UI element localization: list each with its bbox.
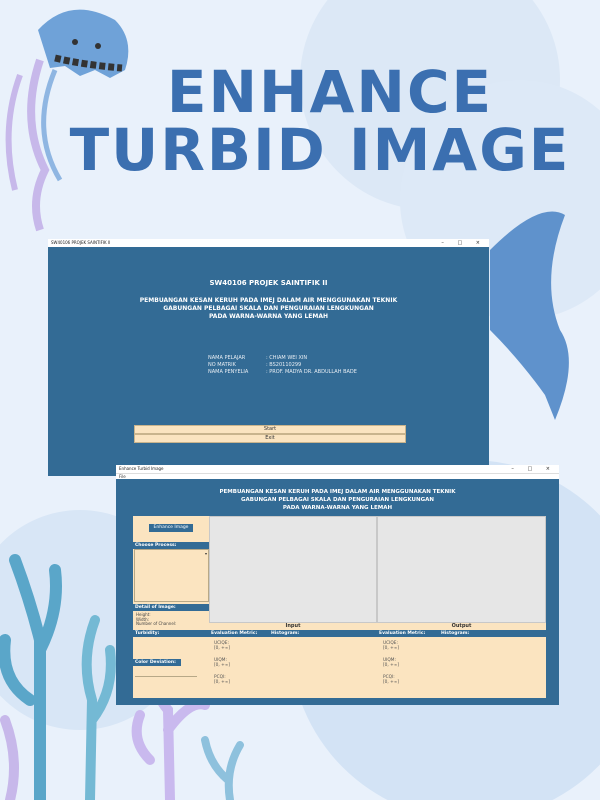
info-value: : BS20110299 [266,362,302,368]
window-title: SW40106 PROJEK SAINTIFIK II [51,240,111,245]
start-window: SW40106 PROJEK SAINTIFIK II – □ × SW4010… [48,239,489,476]
enhance-window: Enhance Turbid Image – □ × File PEMBUANG… [116,465,559,705]
input-histogram-header: Histogram: [269,630,377,637]
info-key: NAMA PENYELIA [208,369,249,375]
color-deviation-value [135,676,197,683]
info-value: : PROF. MADYA DR. ABDULLAH BADE [266,369,357,375]
info-key: NAMA PELAJAR [208,355,246,361]
menu-bar: File [116,473,559,479]
turbidity-label: Turbidity: [133,630,209,637]
window-titlebar: Enhance Turbid Image – □ × [116,465,559,473]
output-image-area [377,516,546,623]
menu-file[interactable]: File [119,474,126,479]
metric-range: [0, +∞] [383,663,399,668]
output-histogram-header: Histogram: [439,630,546,637]
choose-process-label: Choose Process: [133,542,209,549]
course-heading: SW40106 PROJEK SAINTIFIK II [209,279,328,287]
project-title-line: PADA WARNA-WARNA YANG LEMAH [282,505,393,511]
output-metrics: UCIQE: [0, +∞] UIQM: [0, +∞] PCQI: [0, +∞] [383,641,399,692]
info-value: : CHIAM WEI XIN [266,355,308,361]
color-deviation-label: Color Deviation: [133,659,181,666]
start-button[interactable]: Start [134,425,406,434]
project-title-line: PEMBUANGAN KESAN KERUH PADA IMEJ DALAM A… [219,489,456,495]
window-controls[interactable]: – □ × [441,239,486,247]
window-controls[interactable]: – □ × [511,465,556,473]
window-titlebar: SW40106 PROJEK SAINTIFIK II – □ × [48,239,489,247]
project-title-line: GABUNGAN PELBAGAI SKALA DAN PENGURAIAN L… [241,497,434,503]
output-label: Output [377,623,546,630]
student-info: NAMA PELAJAR : CHIAM WEI XIN NO MATRIK : B… [208,355,357,376]
image-details: Height: Width: Number of Channel: [136,612,177,627]
enhance-image-button[interactable]: Enhance Image [149,524,193,532]
exit-button[interactable]: Exit [134,434,406,443]
metrics-panel: UCIQE: [0, +∞] UIQM: [0, +∞] PCQI: [0, +∞] … [209,637,546,698]
input-eval-metric-header: Evaluation Metric: [209,630,269,637]
metric-range: [0, +∞] [383,680,399,685]
project-title-line: PEMBUANGAN KESAN KERUH PADA IMEJ DALAM A… [139,297,398,304]
control-panel: Enhance Image Choose Process: ▾ Detail o… [133,516,209,698]
detail-label: Detail of Image: [133,604,209,611]
chevron-down-icon[interactable]: ▾ [205,551,207,556]
window-title: Enhance Turbid Image [119,466,164,471]
project-title-line: GABUNGAN PELBAGAI SKALA DAN PENGURAIAN L… [163,305,374,312]
process-select[interactable]: ▾ [134,549,209,602]
metric-range: [0, +∞] [214,646,230,651]
info-key: NO MATRIK [208,362,236,368]
input-label: Input [209,623,377,630]
output-eval-metric-header: Evaluation Metric: [377,630,439,637]
metric-range: [0, +∞] [214,680,230,685]
metric-range: [0, +∞] [383,646,399,651]
poster-title-line-2: TURBID IMAGE [69,116,571,184]
input-metrics: UCIQE: [0, +∞] UIQM: [0, +∞] PCQI: [0, +∞] [214,641,230,692]
detail-channels: Number of Channel: [136,621,177,626]
turbidity-value [134,643,208,658]
input-image-area [209,516,377,623]
project-title-line: PADA WARNA-WARNA YANG LEMAH [208,313,329,320]
metric-range: [0, +∞] [214,663,230,668]
